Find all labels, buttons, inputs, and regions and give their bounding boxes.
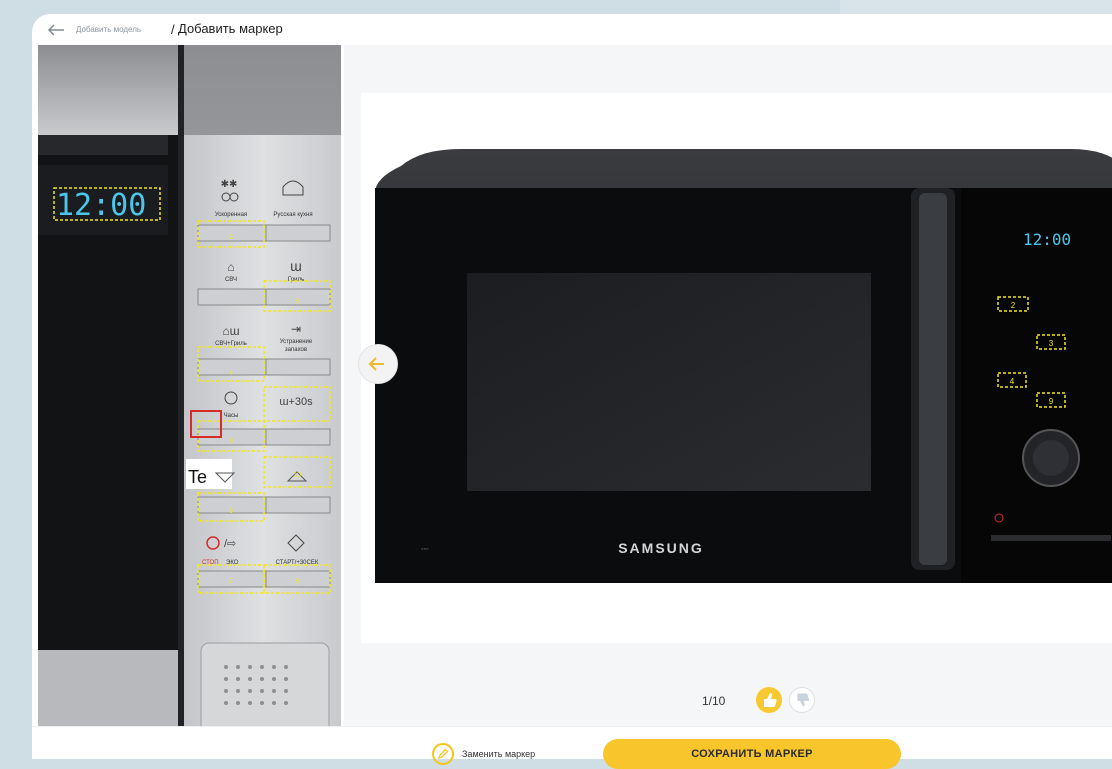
- back-arrow-icon[interactable]: [46, 22, 66, 38]
- svg-text:9: 9: [1049, 397, 1054, 406]
- breadcrumb-parent-link[interactable]: Добавить модель: [76, 25, 141, 34]
- svg-text:⌂: ⌂: [227, 260, 234, 274]
- svg-text:10: 10: [293, 472, 301, 479]
- thumbs-up-button[interactable]: [756, 687, 782, 713]
- svg-text:8: 8: [295, 578, 299, 585]
- svg-text:запахов: запахов: [285, 347, 307, 353]
- te-label: Te: [188, 467, 207, 487]
- svg-text:СВЧ: СВЧ: [225, 277, 237, 283]
- main-image-panel[interactable]: 12:00 2 3 4 9 SAMSUNG ◦◦◦: [361, 93, 1112, 643]
- svg-text:Устранение: Устранение: [280, 339, 313, 345]
- svg-text:6: 6: [229, 508, 233, 515]
- bottom-logo: ◦◦◦: [421, 546, 428, 553]
- control-panel-closeup-image[interactable]: 12:00 ✱✱ Ускоренная Русская кухня 2 ⌂ СВ…: [38, 45, 341, 726]
- label-russian: Русская кухня: [273, 212, 312, 218]
- breadcrumb: Добавить модель / Добавить маркер: [32, 14, 1112, 48]
- action-bar: [32, 726, 1112, 759]
- svg-text:2: 2: [229, 234, 233, 241]
- svg-text:Часы: Часы: [224, 413, 239, 419]
- thumbs-up-icon: [764, 693, 777, 707]
- thumbs-down-button[interactable]: [789, 687, 815, 713]
- svg-text:ɯ+30s: ɯ+30s: [279, 396, 313, 408]
- svg-text:4: 4: [229, 370, 233, 377]
- page-title: Добавить маркер: [178, 21, 283, 36]
- svg-text:СТАРТ/+30СЕК: СТАРТ/+30СЕК: [276, 560, 319, 566]
- microwave-image: 12:00 2 3 4 9 SAMSUNG ◦◦◦: [375, 149, 1112, 583]
- label-fast: Ускоренная: [215, 212, 247, 218]
- svg-text:2: 2: [1011, 301, 1016, 310]
- prev-arrow-icon: [368, 357, 384, 371]
- svg-text:/⇨: /⇨: [224, 538, 236, 550]
- brand-logo: SAMSUNG: [618, 540, 704, 556]
- main-display-time: 12:00: [1023, 230, 1071, 249]
- svg-text:ЭКО: ЭКО: [226, 560, 239, 566]
- svg-text:7: 7: [229, 578, 233, 585]
- save-marker-button[interactable]: СОХРАНИТЬ МАРКЕР: [603, 739, 901, 769]
- svg-text:Гриль: Гриль: [288, 277, 304, 283]
- previous-image-button[interactable]: [358, 344, 398, 384]
- left-display-time: 12:00: [56, 188, 146, 223]
- image-pager: 1/10: [702, 694, 726, 708]
- svg-text:СВЧ+Гриль: СВЧ+Гриль: [215, 341, 247, 347]
- breadcrumb-separator: /: [171, 22, 175, 37]
- thumbs-down-icon: [797, 693, 810, 707]
- svg-text:3: 3: [295, 298, 299, 305]
- svg-text:3: 3: [1049, 339, 1054, 348]
- svg-text:⌂ɯ: ⌂ɯ: [222, 324, 239, 338]
- svg-text:4: 4: [1010, 377, 1015, 386]
- svg-text:✱✱: ✱✱: [221, 179, 238, 190]
- editor-card: Добавить модель / Добавить маркер 12:00 …: [32, 14, 1112, 769]
- svg-text:5: 5: [229, 438, 233, 445]
- svg-text:ɯ: ɯ: [290, 258, 302, 274]
- pencil-icon: [432, 743, 454, 765]
- svg-text:⇥: ⇥: [291, 322, 301, 336]
- replace-marker-button[interactable]: Заменить маркер: [432, 741, 535, 767]
- control-panel-closeup: 12:00 ✱✱ Ускоренная Русская кухня 2 ⌂ СВ…: [38, 45, 341, 726]
